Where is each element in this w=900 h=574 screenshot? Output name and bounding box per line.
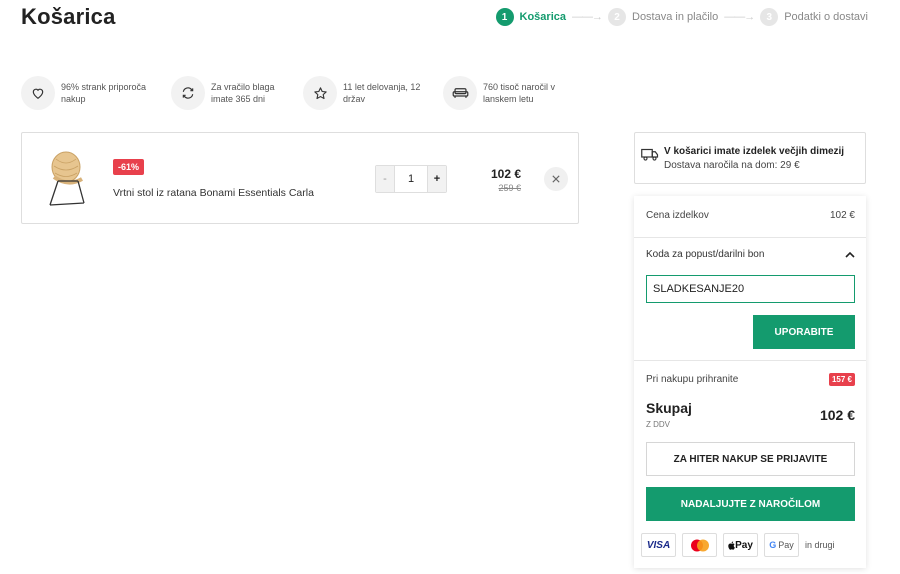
discount-badge: -61% [113, 159, 145, 175]
items-price-row: Cena izdelkov 102 € [646, 210, 855, 221]
step-cart[interactable]: 1 Košarica [495, 8, 566, 26]
step-number: 1 [495, 8, 514, 26]
chevron-up-icon [845, 251, 855, 258]
step-delivery-payment[interactable]: 2 Dostava in plačilo [608, 8, 718, 26]
sofa-icon [443, 76, 477, 110]
savings-row: Pri nakupu prihranite 157 € [646, 373, 855, 386]
truck-icon [641, 147, 659, 166]
benefit-item: Za vračilo blaga imate 365 dni [171, 76, 285, 110]
coupon-toggle[interactable]: Koda za popust/darilni bon [646, 249, 855, 260]
benefit-text: Za vračilo blaga imate 365 dni [211, 82, 275, 104]
google-pay-icon: G Pay [764, 533, 799, 557]
coupon-code-input[interactable] [646, 275, 855, 303]
coupon-label: Koda za popust/darilni bon [646, 249, 765, 260]
shipping-notice: V košarici imate izdelek večjih dimezij … [634, 132, 866, 184]
apple-pay-icon: Pay [723, 533, 758, 557]
benefit-text: 760 tisoč naročil v lanskem letu [483, 82, 556, 104]
shipping-title: V košarici imate izdelek večjih dimezij [664, 146, 845, 157]
google-pay-label: Pay [778, 540, 794, 550]
product-name[interactable]: Vrtni stol iz ratana Bonami Essentials C… [113, 187, 314, 199]
step-number: 2 [608, 8, 626, 26]
heart-icon [21, 76, 55, 110]
total-value: 102 € [819, 407, 855, 423]
continue-order-button[interactable]: NADALJUJTE Z NAROČILOM [646, 487, 855, 521]
star-icon [303, 76, 337, 110]
mastercard-icon [682, 533, 717, 557]
vat-label: Z DDV [646, 420, 670, 429]
divider [634, 237, 866, 238]
total-label: Skupaj [646, 400, 692, 416]
step-label: Podatki o dostavi [784, 11, 868, 23]
benefit-item: 96% strank priporoča nakup [21, 76, 153, 110]
quantity-decrease-button[interactable]: - [376, 166, 394, 192]
step-label: Košarica [519, 11, 566, 23]
items-price-value: 102 € [829, 210, 855, 221]
savings-badge: 157 € [828, 373, 855, 386]
page-title: Košarica [21, 4, 116, 29]
payment-methods: VISA Pay G Pay in drugi [641, 533, 835, 557]
step-delivery-details[interactable]: 3 Podatki o dostavi [760, 8, 868, 26]
quantity-stepper: - 1 + [375, 165, 447, 193]
benefits-bar: 96% strank priporoča nakup Za vračilo bl… [21, 76, 581, 110]
product-image[interactable] [44, 149, 92, 209]
benefit-item: 760 tisoč naročil v lanskem letu [443, 76, 563, 110]
divider [634, 360, 866, 361]
benefit-text: 96% strank priporoča nakup [61, 82, 147, 104]
step-number: 3 [760, 8, 779, 26]
benefit-text: 11 let delovanja, 12 držav [343, 82, 421, 104]
remove-item-button[interactable] [544, 167, 568, 191]
checkout-steps: 1 Košarica ——→ 2 Dostava in plačilo ——→ … [495, 8, 868, 26]
close-icon [552, 175, 560, 183]
visa-icon: VISA [641, 533, 676, 557]
apply-coupon-button[interactable]: UPORABITE [753, 315, 855, 349]
quantity-input[interactable]: 1 [394, 166, 428, 192]
shipping-cost: Dostava naročila na dom: 29 € [664, 160, 800, 171]
benefit-item: 11 let delovanja, 12 držav [303, 76, 425, 110]
item-old-price: 259 € [498, 183, 521, 193]
return-icon [171, 76, 205, 110]
more-payments-label: in drugi [805, 540, 835, 550]
step-label: Dostava in plačilo [632, 11, 719, 23]
cart-item: -61% Vrtni stol iz ratana Bonami Essenti… [21, 132, 579, 224]
arrow-right-icon: ——→ [572, 11, 603, 23]
savings-label: Pri nakupu prihranite [646, 374, 739, 385]
arrow-right-icon: ——→ [724, 11, 755, 23]
quantity-increase-button[interactable]: + [428, 166, 446, 192]
apple-pay-label: Pay [735, 539, 753, 551]
items-price-label: Cena izdelkov [646, 210, 709, 221]
item-price: 102 € [490, 167, 521, 181]
order-summary: Cena izdelkov 102 € Koda za popust/daril… [634, 196, 866, 568]
login-button[interactable]: ZA HITER NAKUP SE PRIJAVITE [646, 442, 855, 476]
